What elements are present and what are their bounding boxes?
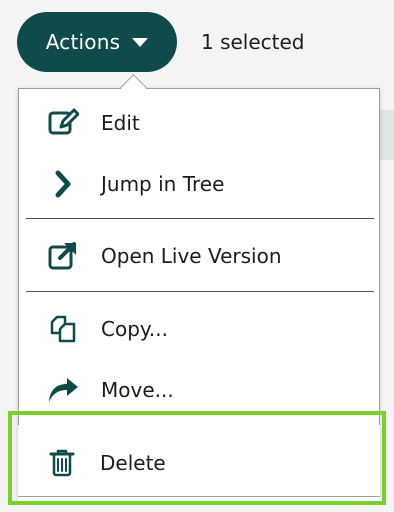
trash-icon <box>46 447 78 479</box>
menu-item-label: Delete <box>100 451 166 475</box>
menu-item-label: Open Live Version <box>101 244 282 268</box>
menu-item-edit[interactable]: Edit <box>19 96 379 150</box>
menu-item-label: Copy... <box>101 317 168 341</box>
menu-item-copy[interactable]: Copy... <box>19 302 379 356</box>
external-link-icon <box>47 240 79 272</box>
menu-divider <box>26 218 374 219</box>
menu-item-label: Jump in Tree <box>101 172 225 196</box>
chevron-right-icon <box>47 168 79 200</box>
background-row-highlight <box>380 110 394 160</box>
menu-item-delete[interactable]: Delete <box>18 425 380 501</box>
menu-item-label: Move... <box>101 378 174 402</box>
copy-icon <box>47 313 79 345</box>
selection-count: 1 selected <box>201 30 305 54</box>
menu-item-jump-in-tree[interactable]: Jump in Tree <box>19 157 379 211</box>
menu-item-open-live-version[interactable]: Open Live Version <box>19 229 379 283</box>
menu-divider <box>26 291 374 292</box>
caret-down-icon <box>132 37 149 47</box>
actions-button[interactable]: Actions <box>17 12 177 72</box>
menu-item-move[interactable]: Move... <box>19 363 379 417</box>
actions-button-label: Actions <box>45 30 121 54</box>
move-icon <box>47 374 79 406</box>
actions-toolbar: Actions 1 selected <box>17 12 305 72</box>
menu-item-label: Edit <box>101 111 140 135</box>
page: Actions 1 selected Edit Jump in Tree Ope… <box>0 0 394 512</box>
menu-bottom-border <box>18 496 380 497</box>
edit-icon <box>47 107 79 139</box>
